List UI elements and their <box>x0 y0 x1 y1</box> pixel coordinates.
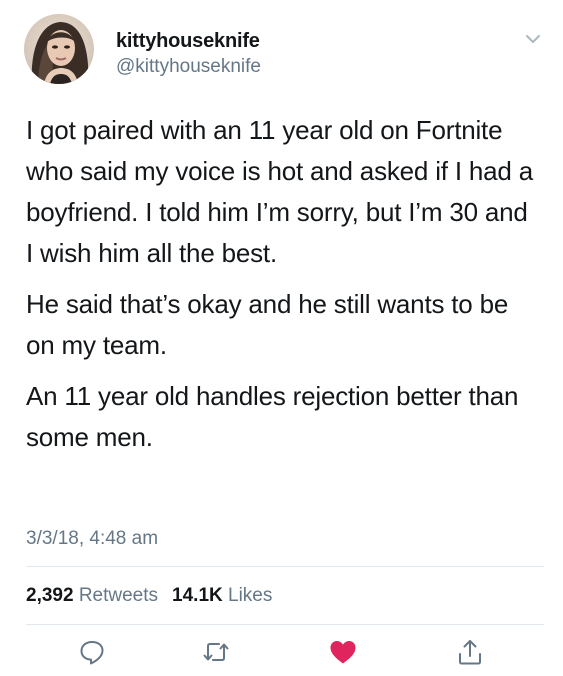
retweet-icon <box>203 643 229 661</box>
tweet-header: kittyhouseknife @kittyhouseknife <box>24 14 544 84</box>
tweet-paragraph: He said that’s okay and he still wants t… <box>26 289 509 360</box>
tweet-paragraph: I got paired with an 11 year old on Fort… <box>26 115 533 268</box>
reply-button[interactable] <box>76 636 108 668</box>
share-button[interactable] <box>454 636 486 668</box>
user-handle[interactable]: @kittyhouseknife <box>116 56 261 78</box>
heart-icon <box>330 641 356 664</box>
display-name[interactable]: kittyhouseknife <box>116 30 260 53</box>
avatar[interactable] <box>24 14 94 84</box>
avatar-image <box>24 14 94 84</box>
tweet-card: kittyhouseknife @kittyhouseknife I got p… <box>0 0 563 676</box>
tweet-text: I got paired with an 11 year old on Fort… <box>26 110 536 468</box>
likes-count: 14.1K <box>172 585 223 606</box>
tweet-stats: 2,392 Retweets 14.1K Likes <box>26 585 272 607</box>
reply-icon <box>80 641 104 665</box>
chevron-down-icon[interactable] <box>522 28 544 50</box>
divider <box>26 566 544 567</box>
likes-stat[interactable]: 14.1K Likes <box>172 585 272 606</box>
likes-label: Likes <box>228 585 273 606</box>
action-bar <box>0 636 563 672</box>
tweet-paragraph: An 11 year old handles rejection better … <box>26 381 519 452</box>
like-button[interactable] <box>327 636 359 668</box>
divider <box>26 624 544 625</box>
tweet-timestamp[interactable]: 3/3/18, 4:48 am <box>26 528 158 550</box>
retweets-stat[interactable]: 2,392 Retweets <box>26 585 158 606</box>
retweets-count: 2,392 <box>26 585 74 606</box>
retweet-button[interactable] <box>200 636 232 668</box>
share-icon <box>459 640 481 665</box>
retweets-label: Retweets <box>78 585 159 606</box>
